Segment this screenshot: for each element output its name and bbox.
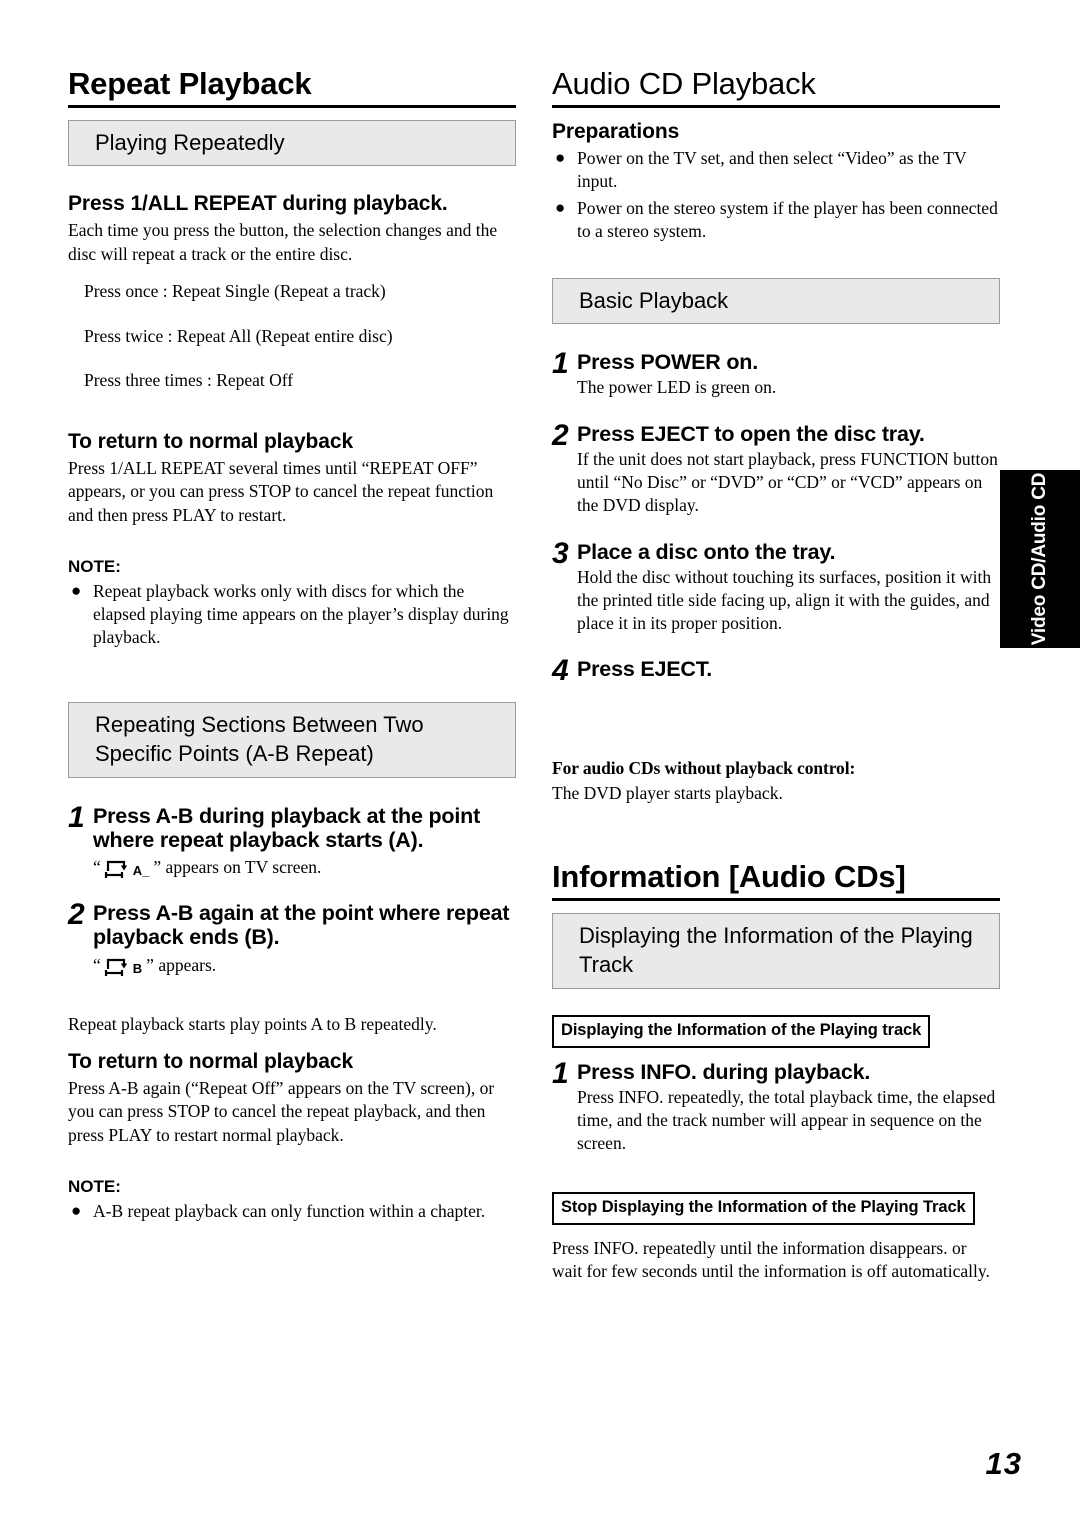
paragraph-stop-displaying: Press INFO. repeatedly until the informa… xyxy=(552,1237,990,1281)
step-basic-4: 4 Press EJECT. xyxy=(552,654,1000,688)
section-band-ab-repeat: Repeating Sections Between Two Specific … xyxy=(68,701,516,778)
manual-page: Repeat Playback Playing Repeatedly Press… xyxy=(0,0,1080,1522)
step-description: The power LED is green on. xyxy=(577,377,777,398)
step-description: Press INFO. repeatedly, the total playba… xyxy=(577,1086,996,1154)
step-description: If the unit does not start playback, pre… xyxy=(577,448,998,516)
chapter-title-information-audio-cds: Information [Audio CDs] xyxy=(552,861,1000,901)
note-item-text: A-B repeat playback can only function wi… xyxy=(93,1200,486,1221)
step-description: Hold the disc without touching its surfa… xyxy=(577,566,992,634)
step-number: 1 xyxy=(552,1056,569,1090)
subheading-return-normal-playback-1: To return to normal playback xyxy=(68,430,354,454)
ab-repeat-loop-icon xyxy=(102,857,132,879)
ab-icon-caption: ” appears. xyxy=(146,954,217,975)
step-title: Press A-B during playback at the point w… xyxy=(93,803,481,853)
note-label-2: NOTE: xyxy=(68,1176,121,1196)
boxed-heading-stop-displaying-info: Stop Displaying the Information of the P… xyxy=(552,1191,975,1225)
step-basic-3: 3 Place a disc onto the tray. Hold the d… xyxy=(552,536,1000,636)
ab-icon-line-b: “ B ” appears. xyxy=(93,954,516,977)
bullet-icon: ● xyxy=(555,147,566,167)
section-band-playing-repeatedly: Playing Repeatedly xyxy=(68,119,516,167)
bullet-icon: ● xyxy=(71,1200,82,1220)
step-number: 1 xyxy=(552,347,569,381)
section-band-basic-playback: Basic Playback xyxy=(552,277,1000,325)
right-column: Audio CD Playback Preparations ● Power o… xyxy=(552,67,1000,1297)
step-number: 4 xyxy=(552,654,569,688)
preparation-text: Power on the TV set, and then select “Vi… xyxy=(577,147,967,191)
step-ab-1: 1 Press A-B during playback at the point… xyxy=(68,800,516,879)
chapter-title-audio-cd-playback: Audio CD Playback xyxy=(552,67,1000,108)
left-column: Repeat Playback Playing Repeatedly Press… xyxy=(68,67,516,1227)
step-title: Press A-B again at the point where repea… xyxy=(93,901,510,950)
press-line-twice: Press twice : Repeat All (Repeat entire … xyxy=(84,325,393,346)
step-basic-2: 2 Press EJECT to open the disc tray. If … xyxy=(552,418,1000,518)
boxed-heading-displaying-info: Displaying the Information of the Playin… xyxy=(552,1015,931,1048)
subheading-press-all-repeat: Press 1/ALL REPEAT during playback. xyxy=(68,192,448,216)
step-ab-2: 2 Press A-B again at the point where rep… xyxy=(68,898,516,977)
subheading-return-normal-playback-2: To return to normal playback xyxy=(68,1050,354,1074)
step-number: 2 xyxy=(552,418,569,452)
paragraph-repeat-intro: Each time you press the button, the sele… xyxy=(68,220,498,264)
footnote-body-audio-cds: The DVD player starts playback. xyxy=(552,782,783,803)
step-title: Press EJECT to open the disc tray. xyxy=(577,421,925,446)
paragraph-return-normal-1: Press 1/ALL REPEAT several times until “… xyxy=(68,458,494,525)
note-item-2: ● A-B repeat playback can only function … xyxy=(68,1200,516,1223)
step-number: 3 xyxy=(552,536,569,570)
preparation-item-2: ● Power on the stereo system if the play… xyxy=(552,197,1000,244)
bullet-icon: ● xyxy=(71,580,82,600)
ab-icon-line-a: “ A_ ” appears on TV screen. xyxy=(93,856,516,879)
side-tab-label: Video CD/Audio CD xyxy=(1029,472,1050,646)
quote-open: “ xyxy=(93,954,101,975)
step-number: 1 xyxy=(68,800,85,834)
quote-open: “ xyxy=(93,857,101,878)
bullet-icon: ● xyxy=(555,198,566,218)
page-number: 13 xyxy=(985,1446,1022,1481)
paragraph-return-normal-2: Press A-B again (“Repeat Off” appears on… xyxy=(68,1078,495,1145)
ab-icon-caption: ” appears on TV screen. xyxy=(153,857,322,878)
step-basic-1: 1 Press POWER on. The power LED is green… xyxy=(552,347,1000,399)
section-band-displaying-information: Displaying the Information of the Playin… xyxy=(552,912,1000,990)
note-item-1: ● Repeat playback works only with discs … xyxy=(68,580,516,650)
paragraph-ab-summary: Repeat playback starts play points A to … xyxy=(68,1013,437,1034)
step-title: Place a disc onto the tray. xyxy=(577,539,836,564)
preparation-text: Power on the stereo system if the player… xyxy=(577,198,998,242)
subheading-preparations: Preparations xyxy=(552,119,680,143)
ab-repeat-loop-icon xyxy=(102,955,132,977)
footnote-heading-audio-cds: For audio CDs without playback control: xyxy=(552,757,856,778)
ab-icon-subscript: B xyxy=(132,960,143,976)
step-title: Press EJECT. xyxy=(577,657,713,682)
step-title: Press INFO. during playback. xyxy=(577,1059,871,1084)
step-info-1: 1 Press INFO. during playback. Press INF… xyxy=(552,1056,1000,1156)
ab-icon-subscript: A_ xyxy=(132,863,150,879)
note-item-text: Repeat playback works only with discs fo… xyxy=(93,580,509,648)
chapter-title-repeat-playback: Repeat Playback xyxy=(68,67,516,108)
step-number: 2 xyxy=(68,898,85,932)
press-line-once: Press once : Repeat Single (Repeat a tra… xyxy=(84,280,386,301)
press-line-three-times: Press three times : Repeat Off xyxy=(84,370,294,391)
note-label-1: NOTE: xyxy=(68,556,121,576)
side-tab-video-audio-cd: Video CD/Audio CD xyxy=(1000,470,1080,648)
preparation-item-1: ● Power on the TV set, and then select “… xyxy=(552,147,1000,194)
step-title: Press POWER on. xyxy=(577,350,758,375)
